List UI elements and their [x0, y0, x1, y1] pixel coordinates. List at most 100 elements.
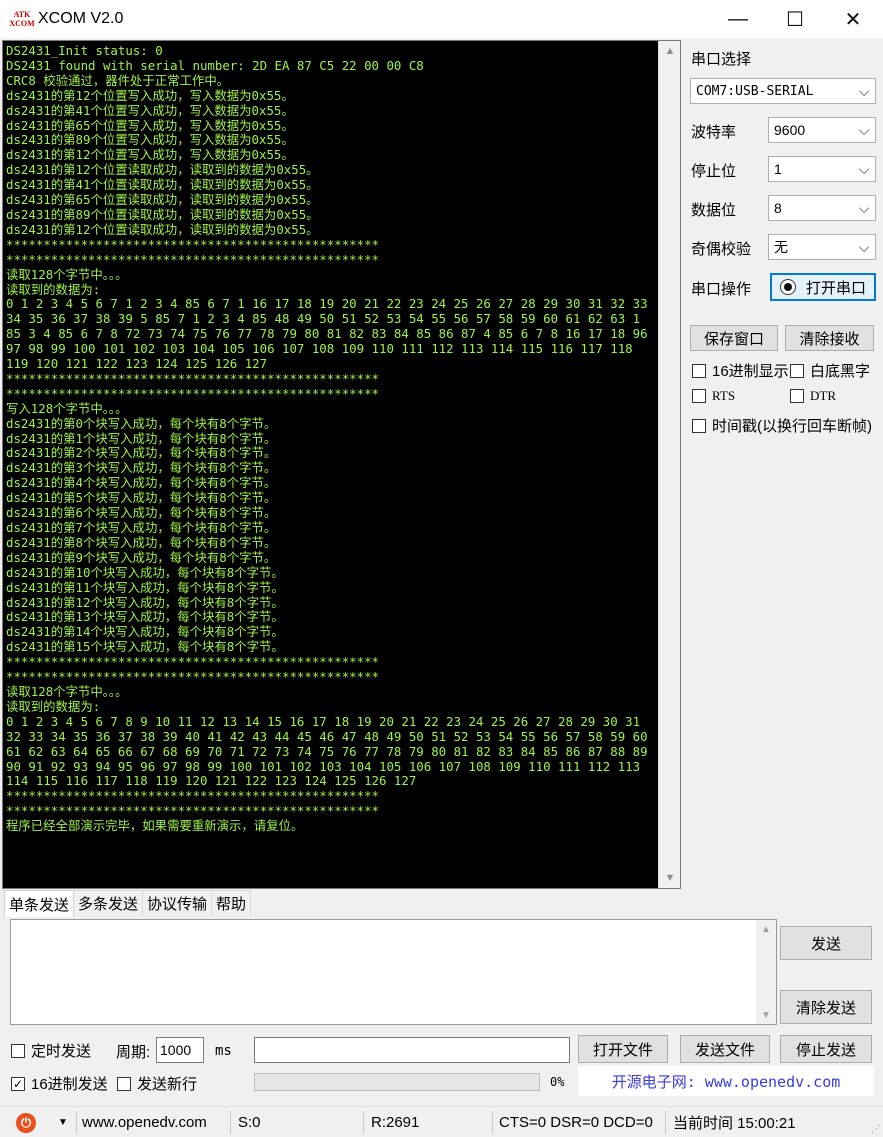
terminal-line: ds2431的第41个位置写入成功，写入数据为0x55。 — [6, 102, 294, 118]
tab-single-send[interactable]: 单条发送 — [4, 890, 75, 917]
terminal-line: ****************************************… — [6, 385, 379, 401]
logo-bottom-text: XCOM — [9, 18, 35, 28]
terminal-line: ****************************************… — [6, 370, 379, 386]
send-newline-checkbox[interactable]: 发送新行 — [117, 1073, 197, 1094]
checkbox-checked-icon[interactable]: ✓ — [11, 1076, 25, 1091]
rts-label: RTS — [712, 388, 736, 403]
dtr-checkbox[interactable]: DTR — [790, 388, 836, 404]
terminal-line: ds2431的第12个位置读取成功，读取到的数据为0x55。 — [6, 162, 319, 178]
minimize-icon: — — [728, 7, 748, 30]
clear-receive-button[interactable]: 清除接收 — [785, 325, 874, 351]
terminal-line: ds2431的第0个块写入成功，每个块有8个字节。 — [6, 415, 277, 431]
terminal-line: 85 3 4 85 6 7 8 72 73 74 75 76 77 78 79 … — [6, 326, 648, 342]
parity-select[interactable]: 无 ⌵ — [768, 234, 876, 260]
white-bg-checkbox[interactable]: 白底黑字 — [790, 360, 870, 381]
terminal-line: ds2431的第9个块写入成功，每个块有8个字节。 — [6, 549, 277, 565]
baud-select[interactable]: 9600 ⌵ — [768, 117, 876, 143]
status-separator — [492, 1111, 493, 1134]
send-scrollbar[interactable]: ▲ ▼ — [756, 920, 776, 1024]
tab-multi-send[interactable]: 多条发送 — [73, 890, 144, 916]
terminal-line: ds2431的第89个位置读取成功，读取到的数据为0x55。 — [6, 206, 319, 222]
period-label: 周期: — [116, 1044, 151, 1061]
baud-select-value: 9600 — [774, 122, 806, 138]
terminal-line: 114 115 116 117 118 119 120 121 122 123 … — [6, 773, 417, 789]
timestamp-checkbox[interactable]: 时间戳(以换行回车断帧) — [692, 415, 872, 436]
clear-send-button[interactable]: 清除发送 — [780, 990, 872, 1024]
checkbox-box[interactable] — [692, 418, 706, 433]
scroll-up-icon[interactable]: ▲ — [659, 41, 681, 61]
minimize-button[interactable]: — — [709, 0, 767, 38]
checkbox-box[interactable] — [790, 363, 804, 378]
timed-send-label: 定时发送 — [31, 1043, 92, 1060]
maximize-button[interactable]: ☐ — [766, 0, 824, 38]
maximize-icon: ☐ — [786, 8, 804, 31]
terminal-line: ****************************************… — [6, 803, 379, 819]
receive-area[interactable]: DS2431_Init status: 0 DS2431 found with s… — [2, 40, 681, 889]
send-file-button[interactable]: 发送文件 — [680, 1035, 770, 1063]
terminal-line: ds2431的第6个块写入成功，每个块有8个字节。 — [6, 505, 277, 521]
port-select-value: COM7:USB-SERIAL — [696, 83, 814, 99]
chevron-down-icon: ⌵ — [858, 82, 870, 99]
port-select[interactable]: COM7:USB-SERIAL ⌵ — [690, 78, 876, 104]
data-bits-value: 8 — [774, 200, 782, 216]
scroll-down-icon[interactable]: ▼ — [756, 1006, 776, 1024]
file-path-input[interactable] — [254, 1037, 570, 1063]
scroll-down-icon[interactable]: ▼ — [659, 868, 681, 888]
period-input[interactable]: 1000 — [156, 1037, 204, 1063]
terminal-line: DS2431_Init status: 0 — [6, 43, 163, 58]
checkbox-box[interactable] — [790, 389, 804, 403]
status-bar: ⏻ ▼ www.openedv.com S:0 R:2691 CTS=0 DSR… — [0, 1106, 883, 1137]
receive-text[interactable]: DS2431_Init status: 0 DS2431 found with s… — [4, 42, 658, 887]
status-separator — [363, 1111, 364, 1134]
open-port-button[interactable]: 打开串口 — [770, 273, 876, 301]
open-file-button[interactable]: 打开文件 — [578, 1035, 668, 1063]
status-separator — [76, 1111, 77, 1134]
status-dropdown-icon[interactable]: ▼ — [58, 1107, 68, 1137]
stop-bits-select[interactable]: 1 ⌵ — [768, 156, 876, 182]
timed-send-checkbox[interactable]: 定时发送 — [11, 1040, 91, 1061]
scroll-up-icon[interactable]: ▲ — [756, 920, 776, 938]
terminal-line: ds2431的第15个块写入成功，每个块有8个字节。 — [6, 639, 284, 655]
close-button[interactable]: ✕ — [824, 0, 882, 38]
rts-checkbox[interactable]: RTS — [692, 388, 735, 404]
terminal-line: ds2431的第65个位置写入成功，写入数据为0x55。 — [6, 117, 294, 133]
hex-display-checkbox[interactable]: 16进制显示 — [692, 360, 789, 381]
parity-label: 奇偶校验 — [691, 241, 752, 258]
status-time: 当前时间 15:00:21 — [673, 1115, 796, 1132]
hex-send-checkbox[interactable]: ✓ 16进制发送 — [11, 1073, 108, 1094]
status-power-button[interactable]: ⏻ — [16, 1107, 36, 1137]
send-input[interactable]: ▲ ▼ — [10, 919, 777, 1025]
terminal-line: ds2431的第41个位置读取成功，读取到的数据为0x55。 — [6, 177, 319, 193]
save-window-button[interactable]: 保存窗口 — [690, 325, 778, 351]
tab-help[interactable]: 帮助 — [211, 890, 252, 916]
terminal-line: ****************************************… — [6, 788, 379, 804]
checkbox-box[interactable] — [11, 1043, 25, 1058]
close-icon: ✕ — [844, 8, 862, 31]
terminal-line: ds2431的第4个块写入成功，每个块有8个字节。 — [6, 475, 277, 491]
stop-send-button[interactable]: 停止发送 — [780, 1035, 872, 1063]
port-status-icon — [779, 279, 796, 295]
resize-grip-icon[interactable]: ⋰ — [871, 1124, 881, 1135]
terminal-line: ds2431的第12个位置写入成功，写入数据为0x55。 — [6, 87, 294, 103]
status-website-link[interactable]: www.openedv.com — [82, 1107, 207, 1137]
checkbox-box[interactable] — [692, 363, 706, 378]
terminal-line: ds2431的第65个位置读取成功，读取到的数据为0x55。 — [6, 192, 319, 208]
send-button[interactable]: 发送 — [780, 926, 872, 960]
tab-protocol[interactable]: 协议传输 — [142, 890, 213, 916]
terminal-line: ds2431的第12个位置读取成功，读取到的数据为0x55。 — [6, 221, 319, 237]
receive-scrollbar[interactable]: ▲ ▼ — [658, 41, 680, 888]
terminal-line: ds2431的第14个块写入成功，每个块有8个字节。 — [6, 624, 284, 640]
hex-send-label: 16进制发送 — [31, 1076, 108, 1093]
promo-banner: 开源电子网: www.openedv.com — [578, 1066, 874, 1096]
checkbox-box[interactable] — [117, 1076, 131, 1091]
terminal-line: 97 98 99 100 101 102 103 104 105 106 107… — [6, 341, 633, 357]
terminal-line: 读取到的数据为: — [6, 281, 101, 297]
checkbox-box[interactable] — [692, 389, 706, 403]
port-operation-label: 串口操作 — [691, 281, 752, 298]
data-bits-select[interactable]: 8 ⌵ — [768, 195, 876, 221]
terminal-line: 写入128个字节中。。。 — [6, 400, 128, 416]
terminal-line: ****************************************… — [6, 654, 379, 670]
terminal-line: ds2431的第12个块写入成功，每个块有8个字节。 — [6, 594, 284, 610]
port-select-label: 串口选择 — [691, 51, 752, 68]
chevron-down-icon: ⌵ — [858, 238, 870, 255]
